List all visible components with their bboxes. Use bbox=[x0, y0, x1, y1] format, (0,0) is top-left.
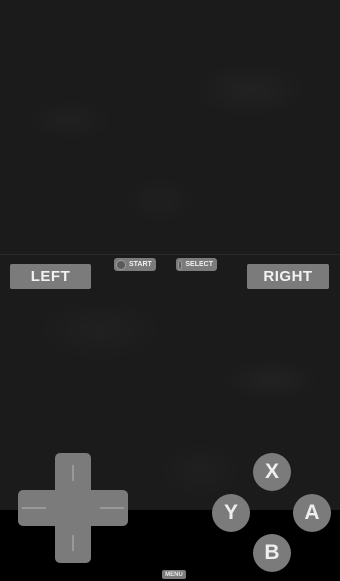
right-shoulder-button[interactable]: RIGHT bbox=[247, 264, 329, 289]
dpad-down-icon[interactable] bbox=[72, 535, 74, 551]
left-shoulder-button[interactable]: LEFT bbox=[10, 264, 91, 289]
a-label: A bbox=[304, 501, 320, 524]
select-dot-icon bbox=[178, 259, 183, 270]
game-display bbox=[0, 0, 340, 510]
start-dot-icon bbox=[116, 259, 126, 270]
screen-divider bbox=[0, 254, 340, 255]
dpad-left-icon[interactable] bbox=[22, 507, 46, 509]
dpad-up-icon[interactable] bbox=[72, 465, 74, 481]
dpad-right-icon[interactable] bbox=[100, 507, 124, 509]
a-button[interactable]: A bbox=[293, 494, 331, 532]
emulator-screen: LEFT START SELECT RIGHT X Y A B MENU bbox=[0, 0, 340, 581]
y-label: Y bbox=[223, 501, 238, 524]
b-label: B bbox=[264, 541, 280, 564]
b-button[interactable]: B bbox=[253, 534, 291, 572]
x-button[interactable]: X bbox=[253, 453, 291, 491]
x-label: X bbox=[264, 460, 279, 483]
start-label: START bbox=[129, 261, 152, 268]
menu-button[interactable]: MENU bbox=[162, 570, 186, 579]
right-shoulder-label: RIGHT bbox=[263, 268, 313, 285]
select-button[interactable]: SELECT bbox=[176, 258, 217, 271]
start-button[interactable]: START bbox=[114, 258, 156, 271]
select-label: SELECT bbox=[185, 261, 213, 268]
y-button[interactable]: Y bbox=[212, 494, 250, 532]
left-shoulder-label: LEFT bbox=[30, 268, 71, 285]
dpad-icon[interactable] bbox=[18, 453, 128, 563]
menu-label: MENU bbox=[165, 571, 183, 578]
